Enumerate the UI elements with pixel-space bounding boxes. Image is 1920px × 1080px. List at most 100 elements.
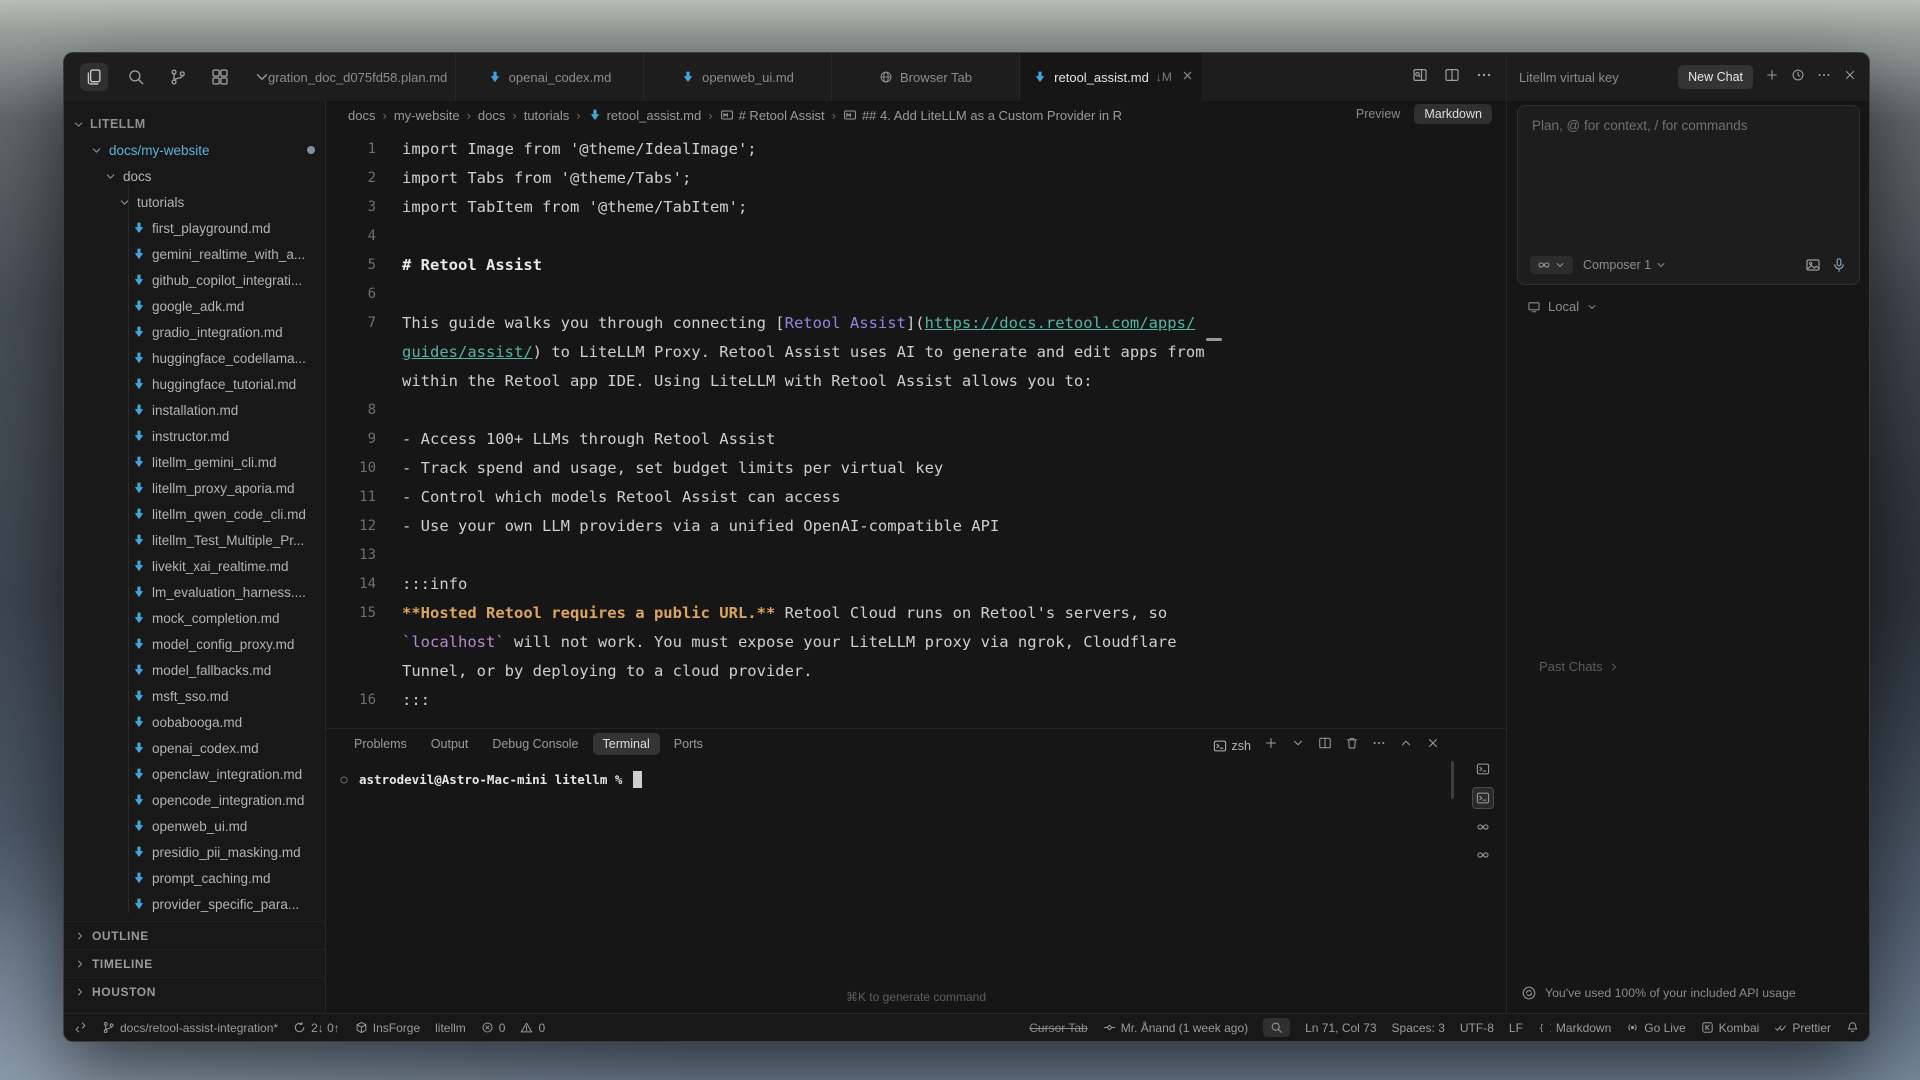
tree-file-msft-sso-md[interactable]: msft_sso.md (64, 683, 325, 709)
status-litellm[interactable]: litellm (435, 1021, 466, 1035)
breadcrumb-item[interactable]: ## 4. Add LiteLLM as a Custom Provider i… (843, 108, 1122, 123)
close-icon[interactable] (1843, 68, 1857, 87)
plus-icon[interactable] (1264, 736, 1278, 755)
status-0[interactable]: 0 (520, 1021, 545, 1035)
split-icon[interactable] (1318, 736, 1332, 755)
mode-button-markdown[interactable]: Markdown (1414, 104, 1492, 124)
chat-input-box[interactable]: Composer 1 (1517, 105, 1860, 285)
tree-file-openclaw-integration-md[interactable]: openclaw_integration.md (64, 761, 325, 787)
status-remote[interactable] (74, 1021, 87, 1034)
tree-file-instructor-md[interactable]: instructor.md (64, 423, 325, 449)
breadcrumb-item[interactable]: docs (478, 108, 505, 123)
panel-tab-terminal[interactable]: Terminal (593, 733, 660, 755)
status-insforge[interactable]: InsForge (355, 1021, 420, 1035)
attach-image-icon[interactable] (1805, 257, 1821, 273)
chat-input[interactable] (1522, 110, 1855, 230)
split-search-icon[interactable] (1412, 67, 1428, 88)
tree-file-model-config-proxy-md[interactable]: model_config_proxy.md (64, 631, 325, 657)
status-spaces-3[interactable]: Spaces: 3 (1392, 1021, 1445, 1035)
terminal-scrollbar[interactable] (1451, 761, 1454, 799)
status-cursor-tab[interactable]: Cursor Tab (1029, 1021, 1087, 1035)
chevron-up-icon[interactable] (1399, 736, 1413, 755)
branch-icon[interactable] (164, 63, 192, 91)
tree-file-github-copilot-integrati-[interactable]: github_copilot_integrati... (64, 267, 325, 293)
tree-folder-docs[interactable]: docs (64, 163, 325, 189)
panel-tab-output[interactable]: Output (421, 733, 479, 755)
new-chat-button[interactable]: New Chat (1678, 65, 1753, 89)
copy-icon[interactable] (80, 63, 108, 91)
close-icon[interactable] (1426, 736, 1440, 755)
tree-file-oobabooga-md[interactable]: oobabooga.md (64, 709, 325, 735)
editor-pane[interactable]: docs›my-website›docs›tutorials›retool_as… (326, 101, 1506, 728)
editor-tab[interactable]: openweb_ui.md (644, 53, 832, 101)
status-utf-8[interactable]: UTF-8 (1460, 1021, 1494, 1035)
status-kombai[interactable]: Kombai (1701, 1021, 1760, 1035)
tree-file-provider-specific-para-[interactable]: provider_specific_para... (64, 891, 325, 917)
tree-file-openweb-ui-md[interactable]: openweb_ui.md (64, 813, 325, 839)
project-root-row[interactable]: LITELLM (64, 111, 325, 137)
shell-selector[interactable]: zsh (1213, 739, 1251, 753)
tree-file-openai-codex-md[interactable]: openai_codex.md (64, 735, 325, 761)
tree-file-litellm-proxy-aporia-md[interactable]: litellm_proxy_aporia.md (64, 475, 325, 501)
panel-tab-problems[interactable]: Problems (344, 733, 417, 755)
code-area[interactable]: 1import Image from '@theme/IdealImage';2… (326, 129, 1506, 728)
editor-tab[interactable]: openai_codex.md (456, 53, 644, 101)
editor-tab[interactable]: retool_assist.md↓M (1020, 53, 1202, 101)
tree-folder-tutorials[interactable]: tutorials (64, 189, 325, 215)
tree-file-livekit-xai-realtime-md[interactable]: livekit_xai_realtime.md (64, 553, 325, 579)
terminal-instance-infinity-icon[interactable] (1473, 845, 1493, 865)
status-ln-71-col-73[interactable]: Ln 71, Col 73 (1305, 1021, 1376, 1035)
boxes-icon[interactable] (206, 63, 234, 91)
more-icon[interactable] (1476, 67, 1492, 88)
plus-icon[interactable] (1765, 68, 1779, 87)
status-0[interactable]: 0 (481, 1021, 506, 1035)
sidebar-section-outline[interactable]: OUTLINE (64, 921, 325, 949)
past-chats[interactable]: Past Chats (1539, 659, 1620, 674)
breadcrumb-item[interactable]: # Retool Assist (720, 108, 825, 123)
breadcrumb-item[interactable]: retool_assist.md (588, 108, 702, 123)
tree-file-huggingface-tutorial-md[interactable]: huggingface_tutorial.md (64, 371, 325, 397)
scrollbar-thumb[interactable] (1206, 338, 1222, 341)
status-lf[interactable]: LF (1509, 1021, 1523, 1035)
breadcrumb-item[interactable]: my-website (394, 108, 460, 123)
status-go-live[interactable]: Go Live (1626, 1021, 1685, 1035)
tree-file-gemini-realtime-with-a-[interactable]: gemini_realtime_with_a... (64, 241, 325, 267)
clock-icon[interactable] (1791, 68, 1805, 87)
status-bell[interactable] (1846, 1021, 1859, 1034)
panel-tab-ports[interactable]: Ports (664, 733, 713, 755)
terminal-instance-terminal-icon[interactable] (1472, 787, 1494, 809)
tree-file-litellm-test-multiple-pr-[interactable]: litellm_Test_Multiple_Pr... (64, 527, 325, 553)
status-mr-nand-1-week-ago-[interactable]: Mr. Ånand (1 week ago) (1103, 1021, 1248, 1035)
tree-file-presidio-pii-masking-md[interactable]: presidio_pii_masking.md (64, 839, 325, 865)
tree-file-lm-evaluation-harness-[interactable]: lm_evaluation_harness.... (64, 579, 325, 605)
breadcrumb-item[interactable]: docs (348, 108, 375, 123)
tree-file-google-adk-md[interactable]: google_adk.md (64, 293, 325, 319)
panel-tab-debug-console[interactable]: Debug Console (482, 733, 588, 755)
more-icon[interactable] (1817, 68, 1831, 87)
terminal-instance-terminal-icon[interactable] (1473, 759, 1493, 779)
sidebar-section-timeline[interactable]: TIMELINE (64, 949, 325, 977)
status-prettier[interactable]: Prettier (1774, 1021, 1831, 1035)
split-icon[interactable] (1444, 67, 1460, 88)
status-2-0-[interactable]: 2↓ 0↑ (293, 1021, 340, 1035)
tree-file-mock-completion-md[interactable]: mock_completion.md (64, 605, 325, 631)
editor-tab[interactable]: Browser Tab (832, 53, 1020, 101)
status-docs-retool-assist-integration-[interactable]: docs/retool-assist-integration* (102, 1021, 278, 1035)
status-search[interactable] (1263, 1018, 1290, 1037)
terminal-prompt-line[interactable]: astrodevil@Astro-Mac-mini litellm % (338, 771, 642, 788)
chevron-down-icon[interactable] (1291, 736, 1305, 755)
tree-file-installation-md[interactable]: installation.md (64, 397, 325, 423)
tree-file-litellm-gemini-cli-md[interactable]: litellm_gemini_cli.md (64, 449, 325, 475)
tree-file-huggingface-codellama-[interactable]: huggingface_codellama... (64, 345, 325, 371)
tree-file-litellm-qwen-code-cli-md[interactable]: litellm_qwen_code_cli.md (64, 501, 325, 527)
tree-file-opencode-integration-md[interactable]: opencode_integration.md (64, 787, 325, 813)
tree-file-gradio-integration-md[interactable]: gradio_integration.md (64, 319, 325, 345)
search-icon[interactable] (122, 63, 150, 91)
sidebar-section-houston[interactable]: HOUSTON (64, 977, 325, 1005)
mode-button-preview[interactable]: Preview (1346, 104, 1410, 124)
breadcrumb-item[interactable]: tutorials (524, 108, 570, 123)
scope-selector[interactable]: Local (1527, 299, 1598, 314)
more-icon[interactable] (1372, 736, 1386, 755)
terminal-instance-infinity-icon[interactable] (1473, 817, 1493, 837)
agent-mode-selector[interactable] (1530, 256, 1573, 274)
